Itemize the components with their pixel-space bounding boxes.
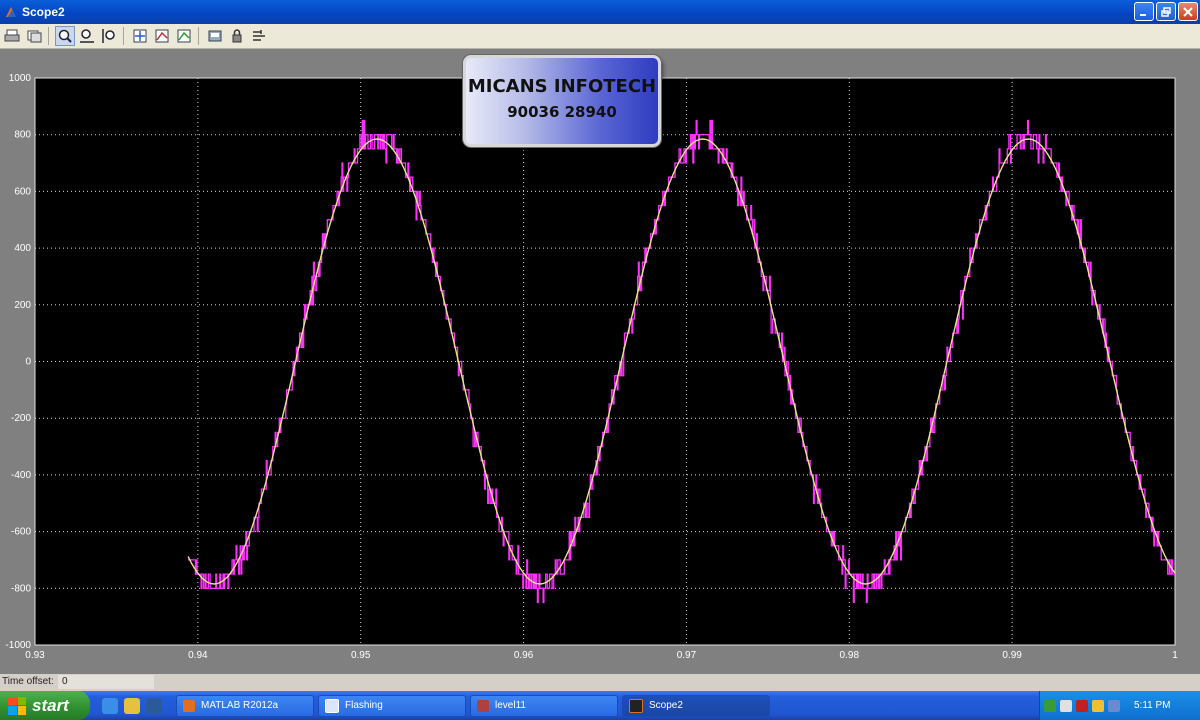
tray-app-icon[interactable]: [1060, 699, 1072, 712]
restore-axes-icon: [177, 29, 191, 43]
x-tick-label: 0.97: [677, 650, 697, 661]
start-label: start: [32, 695, 69, 715]
x-tick-label: 0.93: [25, 650, 45, 661]
antivirus-icon[interactable]: [1076, 699, 1088, 712]
system-tray: 5:11 PM: [1039, 691, 1200, 720]
save-axes-button[interactable]: [152, 26, 172, 46]
autoscale-button[interactable]: [130, 26, 150, 46]
y-tick-label: -400: [11, 470, 31, 481]
y-tick-label: 800: [14, 130, 31, 141]
taskbar-item-label: MATLAB R2012a: [201, 700, 279, 711]
ie-icon[interactable]: [102, 697, 118, 714]
model-icon: [477, 699, 489, 712]
taskbar-item-label: Flashing: [345, 700, 383, 711]
taskbar-item-label: level11: [495, 700, 526, 711]
y-tick-label: 400: [14, 243, 31, 254]
y-tick-label: 600: [14, 186, 31, 197]
close-icon: [1183, 6, 1193, 17]
taskbar-item-flashing[interactable]: Flashing: [318, 694, 466, 717]
zoom-button[interactable]: [55, 26, 75, 46]
floating-scope-button[interactable]: [205, 26, 225, 46]
y-tick-label: -600: [11, 527, 31, 538]
toolbar-separator: [123, 27, 124, 45]
taskbar-item-matlab[interactable]: MATLAB R2012a: [176, 694, 314, 717]
simulink-icon: [325, 698, 339, 713]
watermark-company: MICANS INFOTECH: [467, 76, 657, 97]
save-axes-icon: [155, 29, 169, 43]
clock: 5:11 PM: [1134, 700, 1171, 711]
autoscale-icon: [133, 29, 147, 43]
scope-window-icon: [4, 5, 18, 19]
x-tick-label: 0.96: [514, 650, 534, 661]
matlab-icon: [183, 699, 195, 712]
volume-icon[interactable]: [1092, 699, 1104, 712]
y-tick-label: 0: [25, 357, 31, 368]
y-tick-label: -200: [11, 413, 31, 424]
media-player-icon[interactable]: [146, 697, 162, 714]
status-bar: Time offset: 0: [0, 674, 1200, 690]
scope-icon: [629, 698, 643, 713]
x-tick-label: 0.94: [188, 650, 208, 661]
y-tick-label: 200: [14, 300, 31, 311]
title-bar[interactable]: Scope2: [0, 0, 1200, 24]
minimize-icon: [1140, 13, 1146, 16]
y-tick-label: -1000: [5, 640, 31, 651]
taskbar-item-level11[interactable]: level11: [470, 694, 618, 717]
window-title: Scope2: [22, 5, 65, 19]
minimize-button[interactable]: [1134, 2, 1154, 21]
toolbar-separator: [198, 27, 199, 45]
zoom-icon: [58, 29, 72, 43]
restore-icon: [1161, 6, 1171, 17]
lock-button[interactable]: [227, 26, 247, 46]
taskbar-item-scope2[interactable]: Scope2: [622, 694, 770, 717]
lock-icon: [232, 29, 242, 43]
windows-logo-icon: [8, 696, 26, 715]
taskbar-item-label: Scope2: [649, 700, 683, 711]
outlook-icon[interactable]: [124, 697, 140, 714]
y-tick-label: -800: [11, 583, 31, 594]
print-icon: [4, 29, 20, 42]
tray-misc-icon[interactable]: [1108, 699, 1120, 712]
y-tick-label: 1000: [9, 73, 32, 84]
watermark-phone: 90036 28940: [507, 103, 617, 121]
quick-launch: [102, 697, 172, 714]
taskbar: start MATLAB R2012a Flashing level11 Sco…: [0, 691, 1200, 720]
print-button[interactable]: [2, 26, 22, 46]
network-icon[interactable]: [1044, 699, 1056, 712]
zoom-x-icon: [80, 29, 94, 43]
x-tick-label: 0.95: [351, 650, 371, 661]
signal-selection-button[interactable]: [249, 26, 269, 46]
time-offset-field: [58, 675, 154, 689]
toolbar-separator: [48, 27, 49, 45]
zoom-y-icon: [102, 29, 115, 43]
time-offset-label: Time offset:: [2, 676, 54, 687]
scope-toolbar: [0, 24, 1200, 49]
restore-axes-button[interactable]: [174, 26, 194, 46]
close-button[interactable]: [1178, 2, 1198, 21]
x-tick-label: 0.98: [840, 650, 860, 661]
parameters-icon: [27, 30, 42, 43]
zoom-y-button[interactable]: [99, 26, 119, 46]
floating-scope-icon: [208, 30, 222, 42]
signal-selection-icon: [253, 30, 265, 41]
maximize-button[interactable]: [1156, 2, 1176, 21]
x-tick-label: 1: [1172, 650, 1178, 661]
start-button[interactable]: start: [0, 691, 90, 720]
zoom-x-button[interactable]: [77, 26, 97, 46]
parameters-button[interactable]: [24, 26, 44, 46]
time-offset-value: 0: [62, 676, 68, 687]
x-tick-label: 0.99: [1002, 650, 1022, 661]
watermark-logo: MICANS INFOTECH 90036 28940: [463, 55, 661, 147]
scope-plot-area: 0.93 0.94 0.95 0.96 0.97 0.98 0.99 1 1000 800 600 4…: [0, 49, 1200, 674]
